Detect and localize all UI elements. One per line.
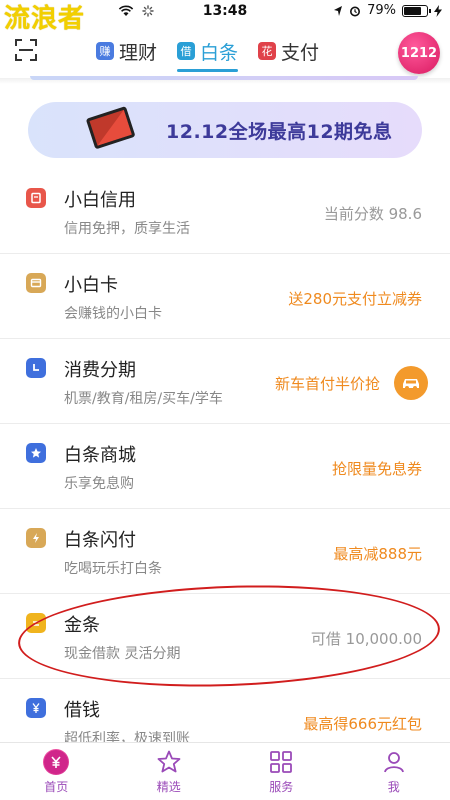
tab-label: 理财: [119, 41, 158, 64]
item-subtitle: 乐享免息购: [64, 476, 134, 492]
item-subtitle: 现金借款 灵活分期: [64, 646, 181, 662]
status-bar: 流浪者 13:48 79%: [0, 0, 450, 34]
grid-icon: [270, 751, 293, 773]
tab-licai[interactable]: 赚 理财: [96, 36, 157, 66]
spend-badge-icon: 花: [258, 42, 277, 60]
star-outline-icon: [157, 750, 181, 773]
location-icon: [334, 5, 343, 16]
top-header: 赚 理财 借 白条 花 支付 1212: [0, 24, 450, 80]
battery-icon: [402, 4, 431, 17]
top-tabs: 赚 理财 借 白条 花 支付: [96, 36, 319, 72]
list-item[interactable]: 小白卡 会赚钱的小白卡 送280元支付立减券: [0, 255, 450, 339]
charging-icon: [434, 4, 442, 17]
tab-zhifu[interactable]: 花 支付: [258, 36, 319, 66]
item-value: 抢限量免息券: [331, 460, 422, 478]
scan-icon[interactable]: [14, 38, 38, 62]
nav-featured[interactable]: 精选: [113, 743, 226, 800]
status-right: 79%: [333, 3, 442, 18]
alarm-icon: [350, 6, 361, 16]
nav-me[interactable]: 我: [338, 743, 450, 800]
item-value: 送280元支付立减券: [288, 290, 422, 308]
borrow-badge-icon: 借: [177, 42, 196, 60]
star-icon: [26, 443, 46, 463]
list-item[interactable]: 金条 现金借款 灵活分期 可借 10,000.00: [0, 595, 450, 679]
item-value: 新车首付半价抢: [274, 375, 380, 393]
nav-label: 我: [387, 780, 400, 794]
item-title: 金条: [64, 615, 100, 636]
list-item[interactable]: 小白信用 信用免押，质享生活 当前分数 98.6: [0, 170, 450, 254]
battery-percent: 79%: [367, 3, 396, 18]
list-item[interactable]: 白条闪付 吃喝玩乐打白条 最高减888元: [0, 510, 450, 594]
nav-label: 服务: [269, 780, 294, 794]
list-item[interactable]: 消费分期 机票/教育/租房/买车/学车 新车首付半价抢: [0, 340, 450, 424]
user-icon: [383, 752, 404, 773]
nav-services[interactable]: 服务: [225, 743, 338, 800]
item-title: 小白卡: [64, 275, 118, 296]
promo-banner[interactable]: 12.12全场最高12期免息: [28, 102, 422, 158]
item-subtitle: 机票/教育/租房/买车/学车: [64, 391, 223, 407]
item-title: 借钱: [64, 700, 100, 721]
nav-label: 精选: [156, 780, 181, 794]
banner-text: 12.12全场最高12期免息: [166, 121, 393, 143]
tab-label: 白条: [200, 41, 239, 64]
item-subtitle: 吃喝玩乐打白条: [64, 561, 162, 577]
nav-home[interactable]: 首页: [0, 743, 113, 800]
phone-image-icon: [86, 106, 135, 149]
item-subtitle: 信用免押，质享生活: [64, 221, 190, 237]
nav-label: 首页: [44, 780, 69, 794]
item-value: 当前分数 98.6: [323, 205, 422, 223]
earn-badge-icon: 赚: [96, 42, 114, 60]
item-title: 白条闪付: [64, 530, 136, 551]
item-value: 最高减888元: [333, 545, 422, 563]
top-strip: [30, 76, 418, 80]
coin-icon: [26, 613, 46, 633]
car-icon: [394, 366, 428, 400]
home-icon: [43, 749, 70, 775]
item-value: 最高得666元红包: [303, 715, 422, 733]
wallet-icon: [26, 188, 46, 208]
yen-icon: [26, 698, 46, 718]
lightning-icon: [26, 528, 46, 548]
list-item[interactable]: 白条商城 乐享免息购 抢限量免息券: [0, 425, 450, 509]
tab-label: 支付: [281, 41, 320, 64]
item-title: 小白信用: [64, 190, 136, 211]
item-subtitle: 会赚钱的小白卡: [64, 306, 162, 322]
item-title: 消费分期: [64, 360, 136, 381]
card-icon: [26, 273, 46, 293]
item-title: 白条商城: [64, 445, 136, 466]
tab-baitiao[interactable]: 借 白条: [177, 36, 239, 72]
clock-icon: [26, 358, 46, 378]
bottom-nav: 首页 精选 服务 我: [0, 742, 450, 800]
item-value: 可借 10,000.00: [310, 630, 422, 648]
promo-1212-button[interactable]: 1212: [398, 32, 440, 74]
